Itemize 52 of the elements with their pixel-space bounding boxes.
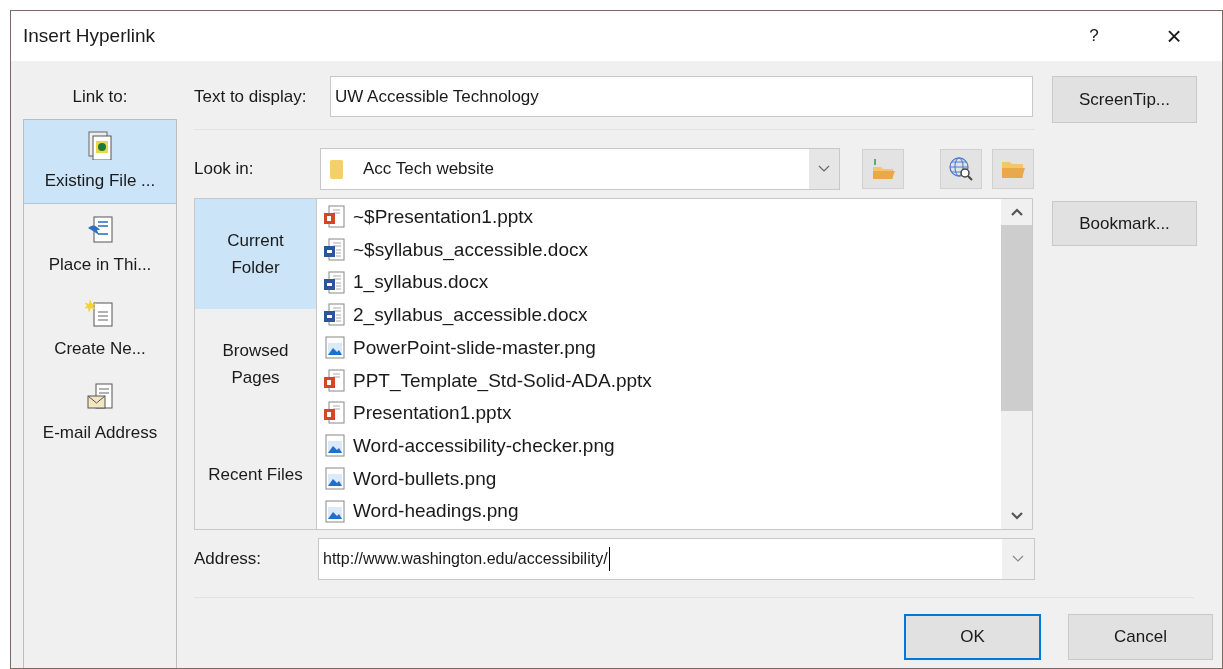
file-name[interactable]: ~$Presentation1.pptx xyxy=(353,203,534,232)
file-name[interactable]: ~$syllabus_accessible.docx xyxy=(353,235,588,265)
browse-tab[interactable]: Current Folder xyxy=(195,199,316,309)
scrollbar[interactable] xyxy=(1001,199,1032,529)
image-file-icon xyxy=(323,434,346,459)
file-name[interactable]: Presentation1.pptx xyxy=(353,399,512,428)
dialog-button[interactable]: Cancel xyxy=(1068,614,1213,660)
document-icon xyxy=(85,129,115,160)
image-file-icon xyxy=(323,466,346,491)
file-name[interactable]: PPT_Template_Std-Solid-ADA.pptx xyxy=(353,366,652,396)
file-name[interactable]: Word-bullets.png xyxy=(353,464,497,494)
presentation-file-icon xyxy=(323,368,346,393)
address-field[interactable]: http://www.washington.edu/accessibility/ xyxy=(318,538,1035,580)
browse-tab[interactable]: Recent Files xyxy=(195,419,316,529)
file-name[interactable]: 1_syllabus.docx xyxy=(353,268,489,297)
link-to-option[interactable]: Create Ne... xyxy=(24,288,176,372)
browse-tab[interactable]: Browsed Pages xyxy=(195,309,316,419)
link-to-label: Link to: xyxy=(71,86,129,109)
link-to-option[interactable]: E-mail Address xyxy=(24,372,176,456)
screentip-button[interactable]: ScreenTip... xyxy=(1052,76,1197,123)
dialog-button[interactable]: OK xyxy=(904,614,1041,660)
link-to-option[interactable]: Place in Thi... xyxy=(24,204,176,288)
file-name[interactable]: PowerPoint-slide-master.png xyxy=(353,333,596,363)
address-label: Address: xyxy=(194,548,263,571)
text-to-display-field[interactable]: UW Accessible Technology xyxy=(330,76,1033,117)
scroll-up-icon[interactable] xyxy=(1009,207,1024,217)
document-file-icon xyxy=(323,270,346,295)
close-button[interactable]: × xyxy=(1144,16,1204,56)
document-file-icon xyxy=(323,303,346,328)
web-search-button[interactable] xyxy=(940,149,982,189)
presentation-file-icon xyxy=(323,205,346,230)
window-title: Insert Hyperlink xyxy=(23,23,155,48)
image-file-icon xyxy=(323,499,346,524)
scroll-down-icon[interactable] xyxy=(1009,511,1024,521)
scrollbar-thumb[interactable] xyxy=(1001,225,1032,411)
text-to-display-label: Text to display: xyxy=(194,85,308,108)
file-name[interactable]: Word-headings.png xyxy=(353,497,519,526)
look-in-label: Look in: xyxy=(194,158,255,181)
address-text: http://www.washington.edu/accessibility/ xyxy=(323,547,610,571)
look-in-dropdown[interactable]: Acc Tech website xyxy=(320,148,840,190)
file-list[interactable] xyxy=(316,198,1033,530)
folder-icon xyxy=(329,157,345,181)
link-to-option[interactable]: Existing File ... xyxy=(24,120,176,204)
image-file-icon xyxy=(323,336,346,361)
new-document-icon xyxy=(85,298,115,329)
presentation-file-icon xyxy=(323,401,346,426)
document-file-icon xyxy=(323,238,346,263)
help-button[interactable]: ? xyxy=(1069,16,1119,56)
bookmark-button[interactable]: Bookmark... xyxy=(1052,201,1197,246)
file-name[interactable]: Word-accessibility-checker.png xyxy=(353,431,615,461)
file-name[interactable]: 2_syllabus_accessible.docx xyxy=(353,301,588,330)
globe-search-icon xyxy=(947,155,975,183)
